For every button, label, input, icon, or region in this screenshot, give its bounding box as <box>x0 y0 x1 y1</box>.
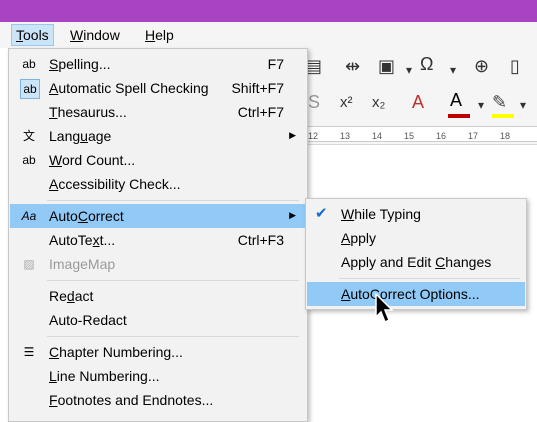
menu-item-auto-redact[interactable]: Auto-Redact <box>10 308 306 332</box>
tools-menu: ab Spelling... F7 ab Automatic Spell Che… <box>8 48 308 422</box>
submenu-arrow-icon: ▶ <box>289 210 296 220</box>
window-titlebar <box>0 0 537 22</box>
menu-tools[interactable]: Tools <box>11 24 54 46</box>
formatting-toolbar: S x² x₂ A A ▾ ✎ ▾ <box>300 86 537 122</box>
subscript-icon[interactable]: x₂ <box>372 94 385 111</box>
ruler-track: 12 13 14 15 16 17 18 <box>300 126 537 142</box>
menu-separator <box>339 278 520 279</box>
chapter-numbering-icon: ☰ <box>23 345 35 359</box>
highlight-color-swatch <box>492 114 514 118</box>
word-count-icon: ab <box>22 153 36 167</box>
mouse-cursor-icon <box>375 293 394 324</box>
menu-separator <box>47 336 299 337</box>
menu-item-redact[interactable]: Redact <box>10 284 306 308</box>
menu-item-accessibility-check[interactable]: Accessibility Check... <box>10 172 306 196</box>
chevron-down-icon[interactable]: ▾ <box>520 98 526 112</box>
clear-formatting-icon[interactable]: A <box>412 92 424 113</box>
menu-item-line-numbering[interactable]: Line Numbering... <box>10 364 306 388</box>
chevron-down-icon[interactable]: ▾ <box>478 98 484 112</box>
menu-item-spelling[interactable]: ab Spelling... F7 <box>10 52 306 76</box>
spelling-icon: ab <box>22 57 36 71</box>
submenu-item-autocorrect-options[interactable]: AutoCorrect Options... <box>307 282 525 306</box>
menu-item-autocorrect[interactable]: Aa AutoCorrect ▶ <box>10 204 306 228</box>
imagemap-icon: ▨ <box>23 257 35 271</box>
footnote-icon[interactable]: ▯ <box>510 56 520 77</box>
menu-item-footnotes-endnotes[interactable]: Footnotes and Endnotes... <box>10 388 306 412</box>
checkmark-icon: ✔ <box>315 205 328 222</box>
auto-spellcheck-icon: ab <box>20 79 40 99</box>
autocorrect-icon: Aa <box>21 209 37 223</box>
menu-separator <box>47 280 299 281</box>
submenu-item-apply-and-edit-changes[interactable]: Apply and Edit Changes <box>307 250 525 274</box>
horizontal-ruler: 12 13 14 15 16 17 18 <box>300 122 537 145</box>
chevron-down-icon[interactable]: ▾ <box>450 63 456 77</box>
submenu-item-apply[interactable]: Apply <box>307 226 525 250</box>
hyperlink-icon[interactable]: ⊕ <box>474 56 489 77</box>
standard-toolbar: ▤ ⇹ ▣ ▾ Ω ▾ ⊕ ▯ <box>300 48 537 86</box>
menu-item-automatic-spell-checking[interactable]: ab Automatic Spell Checking Shift+F7 <box>10 76 306 100</box>
menu-item-thesaurus[interactable]: Thesaurus... Ctrl+F7 <box>10 100 306 124</box>
page-break-icon[interactable]: ⇹ <box>345 56 360 77</box>
menu-separator <box>47 200 299 201</box>
autocorrect-submenu: ✔ While Typing Apply Apply and Edit Chan… <box>305 198 527 310</box>
submenu-arrow-icon: ▶ <box>289 130 296 140</box>
field-icon[interactable]: ▣ <box>378 56 395 77</box>
menu-item-imagemap[interactable]: ▨ ImageMap <box>10 252 306 276</box>
superscript-icon[interactable]: x² <box>340 94 353 111</box>
menu-item-language[interactable]: 文 Language ▶ <box>10 124 306 148</box>
menu-help[interactable]: Help <box>141 25 178 45</box>
chevron-down-icon[interactable]: ▾ <box>406 63 412 77</box>
menu-bar: Tools Window Help <box>0 22 537 48</box>
menu-item-word-count[interactable]: ab Word Count... <box>10 148 306 172</box>
strikethrough-icon[interactable]: S <box>308 92 320 113</box>
menu-window[interactable]: Window <box>66 25 124 45</box>
highlighting-icon[interactable]: ✎ <box>492 92 507 113</box>
language-icon: 文 <box>22 129 35 143</box>
font-color-icon[interactable]: A <box>450 90 462 111</box>
submenu-item-while-typing[interactable]: ✔ While Typing <box>307 202 525 226</box>
special-character-icon[interactable]: Ω <box>420 54 433 75</box>
menu-item-autotext[interactable]: AutoText... Ctrl+F3 <box>10 228 306 252</box>
font-color-swatch <box>448 114 470 118</box>
menu-item-chapter-numbering[interactable]: ☰ Chapter Numbering... <box>10 340 306 364</box>
